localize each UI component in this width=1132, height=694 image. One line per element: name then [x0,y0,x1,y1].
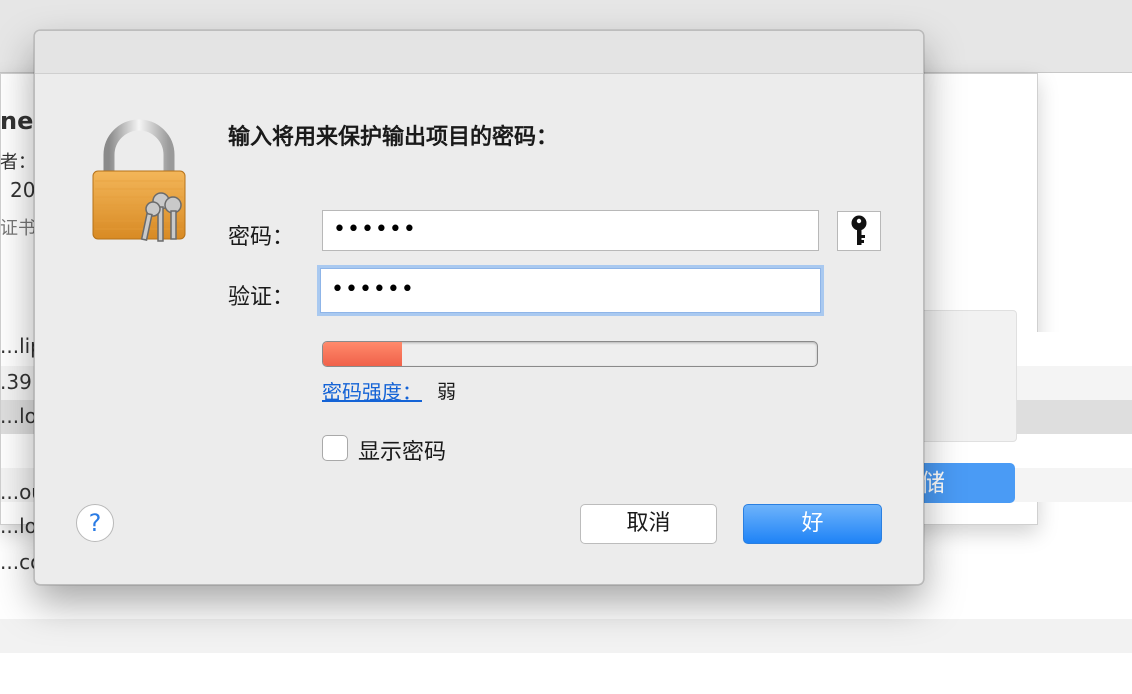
help-button[interactable]: ? [76,504,114,542]
dialog-prompt: 输入将用来保护输出项目的密码： [228,125,559,150]
background-bottom-rows [0,585,1132,694]
show-password-checkbox[interactable] [322,435,348,461]
background-row [0,653,1132,687]
ok-button[interactable]: 好 [743,504,882,544]
password-strength-value: 弱 [437,381,457,403]
verify-label: 验证： [228,285,295,310]
cancel-button[interactable]: 取消 [580,504,717,544]
background-row [0,619,1132,653]
password-assistant-button[interactable] [837,211,881,251]
background-row [0,585,1132,619]
background-text: 者： [0,152,36,173]
dialog-titlebar [35,31,923,74]
key-icon [851,215,867,245]
password-field[interactable]: •••••• [322,210,819,251]
password-dialog: 输入将用来保护输出项目的密码： 密码： •••••• 验证： •••••• 密码… [34,30,924,585]
show-password-label[interactable]: 显示密码 [358,434,446,466]
password-strength-link[interactable]: 密码强度： [322,376,422,405]
background-text: ...lo [0,404,37,428]
password-strength-meter [322,341,818,367]
background-text: .39 [0,370,32,394]
password-label: 密码： [228,225,295,250]
background-text: ne [0,107,34,135]
background-text: 20 [10,178,36,202]
background-text: 证书 [0,218,36,239]
verify-field[interactable]: •••••• [320,268,821,313]
lock-icon [92,119,186,242]
password-strength-fill [323,342,403,366]
